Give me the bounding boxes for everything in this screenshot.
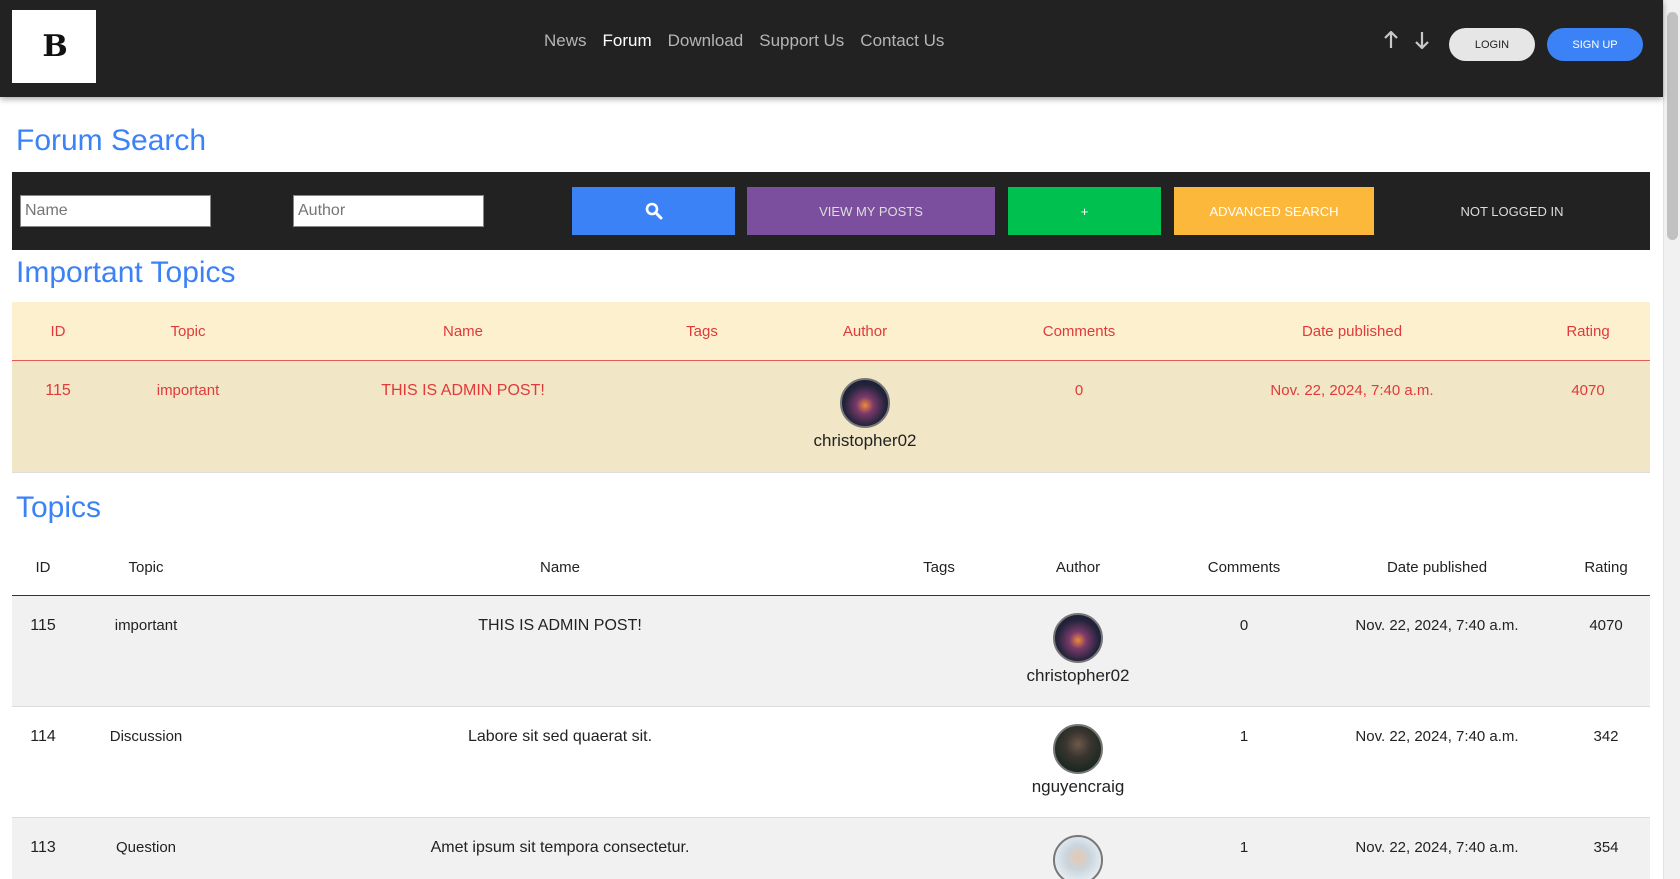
login-button[interactable]: LOGIN: [1449, 28, 1535, 61]
arrow-down-icon[interactable]: [1410, 28, 1434, 56]
name-search-input[interactable]: [20, 195, 211, 227]
topics-table-header: ID Topic Name Tags Author Comments Date …: [12, 540, 1650, 596]
logo-glyph: B: [42, 29, 67, 64]
add-post-button[interactable]: +: [1008, 187, 1161, 235]
row-name-link[interactable]: Labore sit sed quaerat sit.: [468, 728, 652, 746]
row-date: Nov. 22, 2024, 7:40 a.m.: [1270, 382, 1434, 399]
table-row[interactable]: 115 important THIS IS ADMIN POST! christ…: [12, 596, 1650, 707]
row-name-link[interactable]: Amet ipsum sit tempora consectetur.: [431, 839, 690, 857]
view-my-posts-button[interactable]: VIEW MY POSTS: [747, 187, 995, 235]
author-avatar[interactable]: [840, 378, 890, 428]
row-id: 113: [30, 839, 56, 856]
row-date: Nov. 22, 2024, 7:40 a.m.: [1355, 839, 1519, 856]
arrow-up-icon[interactable]: [1379, 28, 1403, 56]
row-date: Nov. 22, 2024, 7:40 a.m.: [1355, 728, 1519, 745]
nav-news[interactable]: News: [536, 31, 595, 51]
col-comments: Comments: [1042, 323, 1116, 340]
col-comments: Comments: [1207, 559, 1281, 576]
row-id: 114: [30, 728, 56, 745]
col-tags: Tags: [923, 559, 955, 576]
row-topic[interactable]: Question: [116, 839, 176, 856]
author-avatar[interactable]: [1053, 613, 1103, 663]
nav-contact-us[interactable]: Contact Us: [852, 31, 952, 51]
row-comments: 1: [1239, 839, 1249, 856]
col-topic: Topic: [170, 323, 206, 340]
author-username[interactable]: christopher02: [1026, 666, 1129, 686]
author-username[interactable]: christopher02: [813, 431, 916, 451]
row-rating: 4070: [1589, 617, 1623, 634]
author-username[interactable]: nguyencraig: [1032, 777, 1125, 797]
nav-forum[interactable]: Forum: [595, 31, 660, 51]
row-rating: 4070: [1571, 382, 1605, 399]
col-name: Name: [442, 323, 484, 340]
col-author: Author: [1055, 559, 1101, 576]
main-nav: News Forum Download Support Us Contact U…: [536, 31, 952, 51]
top-navbar: B News Forum Download Support Us Contact…: [0, 0, 1663, 97]
table-row[interactable]: 113 Question Amet ipsum sit tempora cons…: [12, 818, 1650, 879]
table-row[interactable]: 114 Discussion Labore sit sed quaerat si…: [12, 707, 1650, 818]
col-id: ID: [35, 559, 51, 576]
row-id: 115: [45, 382, 71, 399]
row-comments: 0: [1074, 382, 1084, 399]
row-topic[interactable]: important: [115, 617, 178, 634]
row-id: 115: [30, 617, 56, 634]
search-icon: [645, 202, 662, 220]
col-author: Author: [842, 323, 888, 340]
author-search-input[interactable]: [293, 195, 484, 227]
important-table-header: ID Topic Name Tags Author Comments Date …: [12, 302, 1650, 361]
forum-search-title: Forum Search: [16, 124, 207, 157]
col-topic: Topic: [128, 559, 164, 576]
col-id: ID: [50, 323, 66, 340]
row-comments: 0: [1239, 617, 1249, 634]
row-rating: 342: [1593, 728, 1619, 745]
author-avatar[interactable]: [1053, 835, 1103, 879]
page-scrollbar[interactable]: [1663, 0, 1680, 879]
advanced-search-button[interactable]: ADVANCED SEARCH: [1174, 187, 1374, 235]
site-logo[interactable]: B: [12, 10, 96, 83]
row-topic[interactable]: Discussion: [110, 728, 183, 745]
row-date: Nov. 22, 2024, 7:40 a.m.: [1355, 617, 1519, 634]
important-table-row[interactable]: 115 important THIS IS ADMIN POST! christ…: [12, 361, 1650, 473]
row-comments: 1: [1239, 728, 1249, 745]
login-status: NOT LOGGED IN: [1392, 187, 1632, 235]
col-rating: Rating: [1584, 559, 1628, 576]
col-date-published: Date published: [1301, 323, 1403, 340]
row-name-link[interactable]: THIS IS ADMIN POST!: [381, 382, 545, 400]
col-rating: Rating: [1566, 323, 1610, 340]
nav-download[interactable]: Download: [660, 31, 752, 51]
col-date-published: Date published: [1386, 559, 1488, 576]
nav-support-us[interactable]: Support Us: [751, 31, 852, 51]
author-avatar[interactable]: [1053, 724, 1103, 774]
row-name-link[interactable]: THIS IS ADMIN POST!: [478, 617, 642, 635]
important-topics-title: Important Topics: [16, 256, 236, 289]
col-tags: Tags: [686, 323, 718, 340]
search-bar: VIEW MY POSTS + ADVANCED SEARCH NOT LOGG…: [12, 172, 1650, 250]
signup-button[interactable]: SIGN UP: [1547, 28, 1643, 61]
topics-title: Topics: [16, 491, 102, 524]
scrollbar-thumb[interactable]: [1667, 12, 1678, 240]
search-button[interactable]: [572, 187, 735, 235]
row-rating: 354: [1593, 839, 1619, 856]
col-name: Name: [539, 559, 581, 576]
row-topic[interactable]: important: [157, 382, 220, 399]
